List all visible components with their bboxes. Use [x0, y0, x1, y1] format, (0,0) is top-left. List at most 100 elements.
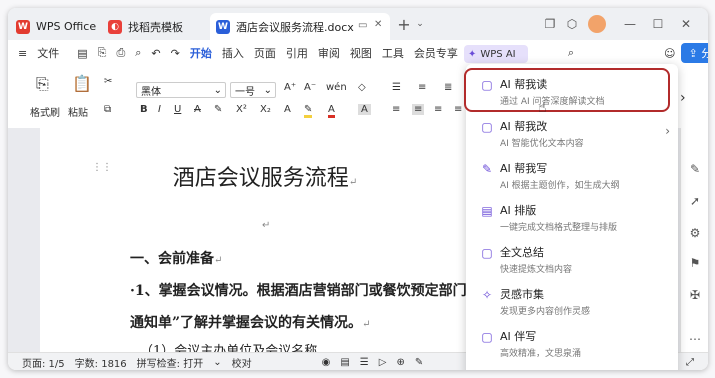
- char-shading-icon[interactable]: A: [358, 104, 371, 115]
- proofread[interactable]: 校对: [227, 355, 257, 370]
- chevron-down-icon[interactable]: ⌄: [412, 16, 428, 32]
- strikethrough-icon[interactable]: A: [194, 104, 201, 115]
- highlight-color-icon[interactable]: A: [284, 104, 291, 115]
- web-view-icon[interactable]: ⊕: [391, 357, 409, 368]
- fullscreen-icon[interactable]: ⤢: [681, 357, 708, 368]
- subscript-icon[interactable]: X₂: [260, 104, 271, 115]
- close-tab-icon[interactable]: ✕: [374, 19, 382, 30]
- italic-icon[interactable]: I: [158, 104, 161, 115]
- format-painter-button[interactable]: 格式刷: [30, 104, 60, 119]
- menu-bar: ≡ 文件 ▤ ⎘ ⎙ ⌕ ↶ ↷ 开始 插入 页面 引用 审阅 视图 工具 会员…: [8, 40, 708, 66]
- menu-reference[interactable]: 引用: [281, 45, 313, 61]
- restore-tab-icon[interactable]: ▭: [358, 20, 367, 31]
- align-center-icon[interactable]: ≡: [412, 104, 425, 115]
- ai-menu-item-companion[interactable]: ▢ AI 伴写 高效精准，文思泉涌: [466, 324, 678, 364]
- clear-format-icon[interactable]: ◇: [358, 82, 366, 93]
- export-icon[interactable]: ⎘: [93, 46, 112, 60]
- document-page[interactable]: ⋮⋮ 酒店会议服务流程↵ ↵ 一、会前准备↵ ·1、掌握会议情况。根据酒店营销部…: [40, 128, 490, 359]
- copy-icon[interactable]: ⧉: [104, 104, 111, 115]
- tab-docer[interactable]: ◐ 找稻壳模板: [108, 13, 206, 40]
- more-icon[interactable]: ⋯: [687, 332, 703, 348]
- ribbon-scroll-right-icon[interactable]: ›: [680, 90, 686, 106]
- text-highlight-icon[interactable]: ✎: [304, 104, 313, 118]
- tab-label: WPS Office: [36, 20, 97, 33]
- preview-icon[interactable]: ⌕: [130, 46, 146, 60]
- superscript-icon[interactable]: X²: [236, 104, 247, 115]
- phonetic-icon[interactable]: wén: [326, 82, 347, 93]
- font-family-select[interactable]: 黑体 ⌄: [136, 82, 226, 98]
- ai-edit-icon: ▢: [481, 120, 493, 134]
- menu-file[interactable]: 文件: [32, 45, 64, 61]
- redo-icon[interactable]: ↷: [166, 47, 185, 60]
- format-painter-icon[interactable]: ⎘: [36, 74, 49, 94]
- menu-item-title: AI 排版: [500, 204, 537, 217]
- paste-icon[interactable]: 📋: [72, 74, 92, 93]
- menu-page[interactable]: 页面: [249, 45, 281, 61]
- bold-icon[interactable]: B: [140, 104, 148, 115]
- cut-icon[interactable]: ✂: [104, 76, 112, 87]
- align-left-icon[interactable]: ≡: [392, 104, 400, 115]
- ai-menu-item-layout[interactable]: ▤ AI 排版 一键完成文档格式整理与排版: [466, 198, 678, 238]
- ai-menu-item-inspiration[interactable]: ✧ 灵感市集 发现更多内容创作灵感: [466, 282, 678, 322]
- page-count[interactable]: 页面: 1/5: [8, 355, 70, 370]
- wps-ai-button[interactable]: ✦ WPS AI: [464, 45, 528, 63]
- bullet-list-icon[interactable]: ☰: [392, 82, 401, 93]
- ai-menu-item-write[interactable]: ✎ AI 帮我写 AI 根据主题创作，如生成大纲: [466, 156, 678, 196]
- ai-menu-item-edit[interactable]: ▢ AI 帮我改 AI 智能优化文本内容 ›: [466, 114, 678, 154]
- menu-review[interactable]: 审阅: [313, 45, 345, 61]
- settings-sliders-icon[interactable]: ⚙: [687, 226, 703, 242]
- tools-icon[interactable]: ✠: [687, 288, 703, 304]
- print-icon[interactable]: ⎙: [111, 46, 130, 60]
- menu-item-desc: 快速提炼文档内容: [500, 265, 573, 275]
- bookmark-icon[interactable]: ⚑: [687, 256, 703, 272]
- font-size-select[interactable]: 一号 ⌄: [230, 82, 276, 98]
- menu-home[interactable]: 开始: [185, 45, 217, 61]
- undo-icon[interactable]: ↶: [146, 47, 165, 60]
- save-icon[interactable]: ▤: [72, 47, 92, 60]
- eye-icon[interactable]: ◉: [317, 357, 336, 368]
- maximize-icon[interactable]: ☐: [650, 16, 666, 32]
- paste-button[interactable]: 粘贴: [68, 104, 88, 119]
- justify-icon[interactable]: ≡: [454, 104, 462, 115]
- select-cursor-icon[interactable]: ➚: [687, 194, 703, 210]
- ai-write-icon: ✎: [481, 162, 493, 176]
- menu-view[interactable]: 视图: [345, 45, 377, 61]
- hamburger-icon[interactable]: ≡: [8, 47, 32, 60]
- outline-view-icon[interactable]: ☰: [355, 357, 374, 368]
- cube-icon[interactable]: ⬡: [564, 16, 580, 32]
- chevron-down-icon[interactable]: ⌄: [208, 357, 226, 368]
- menu-tools[interactable]: 工具: [377, 45, 409, 61]
- chat-icon[interactable]: ☺: [659, 47, 680, 60]
- share-button[interactable]: ⇪ 分享: [680, 43, 708, 63]
- minimize-icon[interactable]: —: [622, 16, 638, 32]
- underline-icon[interactable]: U: [174, 104, 181, 115]
- shrink-font-icon[interactable]: A⁻: [304, 82, 316, 93]
- text-effect-icon[interactable]: ✎: [214, 104, 222, 115]
- close-window-icon[interactable]: ✕: [678, 16, 694, 32]
- ai-menu-item-summary[interactable]: ▢ 全文总结 快速提炼文档内容: [466, 240, 678, 280]
- pen-icon[interactable]: ✎: [410, 357, 428, 368]
- search-icon[interactable]: ⌕: [563, 46, 579, 60]
- spell-check[interactable]: 拼写检查: 打开: [132, 355, 209, 370]
- edit-pen-icon[interactable]: ✎: [687, 162, 703, 178]
- title-bar: W WPS Office ◐ 找稻壳模板 W 酒店会议服务流程.docx ▭ ✕…: [8, 8, 708, 40]
- play-icon[interactable]: ▷: [374, 357, 392, 368]
- tab-document[interactable]: W 酒店会议服务流程.docx ▭ ✕: [210, 13, 390, 40]
- tab-wps-office[interactable]: W WPS Office: [16, 13, 102, 40]
- align-right-icon[interactable]: ≡: [434, 104, 442, 115]
- avatar[interactable]: [588, 15, 606, 33]
- paragraph-mark: ↵: [262, 220, 271, 231]
- chevron-right-icon: ›: [665, 124, 670, 138]
- new-tab-icon[interactable]: +: [396, 15, 412, 34]
- grow-font-icon[interactable]: A⁺: [284, 82, 296, 93]
- numbered-list-icon[interactable]: ≡: [418, 82, 426, 93]
- share-icon: ⇪: [688, 47, 702, 60]
- multilevel-list-icon[interactable]: ≣: [444, 82, 452, 93]
- menu-member[interactable]: 会员专享: [409, 45, 463, 61]
- page-view-icon[interactable]: ▤: [335, 357, 354, 368]
- menu-item-desc: AI 智能优化文本内容: [500, 139, 584, 149]
- menu-insert[interactable]: 插入: [217, 45, 249, 61]
- window-layout-icon[interactable]: ❐: [542, 16, 558, 32]
- font-color-icon[interactable]: A: [328, 104, 335, 118]
- word-count[interactable]: 字数: 1816: [70, 355, 132, 370]
